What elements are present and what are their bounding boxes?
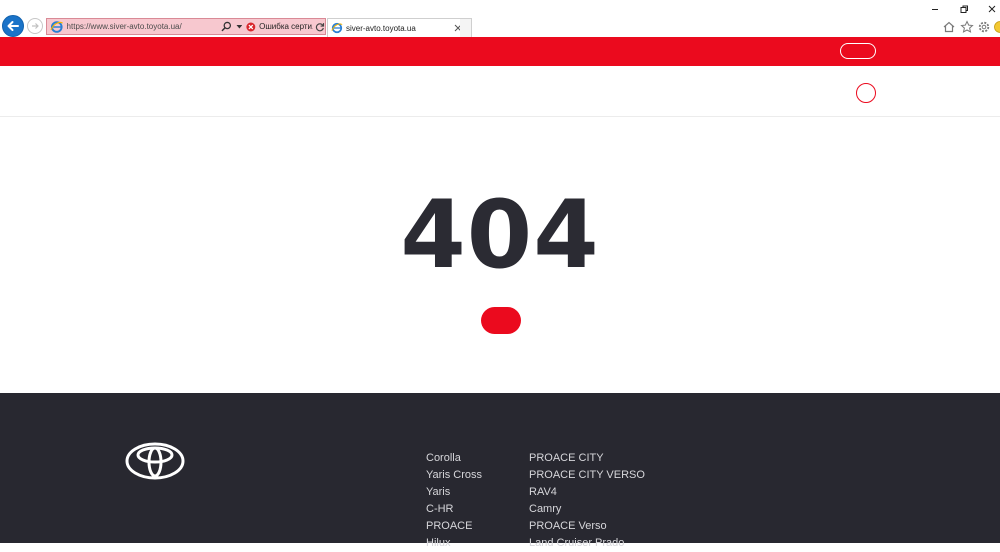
main-navigation (0, 66, 1000, 117)
favorites-star-icon[interactable] (960, 20, 974, 34)
footer-model-link[interactable]: PROACE CITY VERSO (529, 467, 645, 484)
smiley-feedback-icon[interactable] (993, 20, 1000, 34)
gear-icon[interactable] (977, 20, 991, 34)
footer-model-link[interactable]: Yaris (426, 484, 482, 501)
back-button[interactable] (2, 15, 24, 37)
back-home-button[interactable] (481, 307, 521, 334)
certificate-error-label[interactable]: Ошибка серти... (259, 22, 313, 31)
refresh-icon[interactable] (315, 22, 325, 32)
toyota-logo-icon[interactable] (125, 442, 185, 480)
forward-button[interactable] (27, 18, 43, 34)
new-tab-button[interactable] (460, 18, 472, 37)
ie-tab-icon (331, 22, 343, 34)
search-icon[interactable] (221, 21, 232, 32)
footer-model-link[interactable]: PROACE (426, 518, 482, 535)
footer-model-link[interactable]: Yaris Cross (426, 467, 482, 484)
address-url[interactable]: https://www.siver-avto.toyota.ua/ (67, 22, 202, 31)
site-footer: Corolla Yaris Cross Yaris C-HR PROACE Hi… (0, 393, 1000, 543)
error-page-main: 404 (0, 117, 1000, 393)
footer-model-link[interactable]: Camry (529, 501, 645, 518)
forward-arrow-icon (30, 21, 40, 31)
header-pill-button[interactable] (840, 43, 876, 59)
minimize-icon[interactable] (929, 3, 941, 15)
footer-model-link[interactable]: Hilux (426, 535, 482, 552)
chevron-down-icon[interactable] (236, 23, 243, 30)
tab-title: siver-avto.toyota.ua (346, 24, 454, 33)
home-icon[interactable] (942, 20, 956, 34)
footer-model-link[interactable]: PROACE Verso (529, 518, 645, 535)
top-red-bar (0, 37, 1000, 66)
nav-circle-button[interactable] (856, 83, 876, 103)
footer-model-link[interactable]: RAV4 (529, 484, 645, 501)
address-bar[interactable]: https://www.siver-avto.toyota.ua/ Ошибка… (46, 18, 326, 35)
certificate-error-icon[interactable] (246, 22, 256, 32)
models-column-1: Corolla Yaris Cross Yaris C-HR PROACE Hi… (426, 450, 482, 552)
footer-model-link[interactable]: C-HR (426, 501, 482, 518)
footer-model-link[interactable]: Corolla (426, 450, 482, 467)
ie-page-icon (50, 20, 64, 34)
restore-icon[interactable] (958, 3, 970, 15)
footer-model-link[interactable]: Land Cruiser Prado (529, 535, 645, 552)
error-code-heading: 404 (0, 189, 1000, 283)
close-window-icon[interactable] (986, 3, 998, 15)
browser-tab[interactable]: siver-avto.toyota.ua (327, 18, 471, 37)
footer-model-link[interactable]: PROACE CITY (529, 450, 645, 467)
back-arrow-icon (6, 19, 20, 33)
models-column-2: PROACE CITY PROACE CITY VERSO RAV4 Camry… (529, 450, 645, 552)
browser-chrome: https://www.siver-avto.toyota.ua/ Ошибка… (0, 0, 1000, 37)
